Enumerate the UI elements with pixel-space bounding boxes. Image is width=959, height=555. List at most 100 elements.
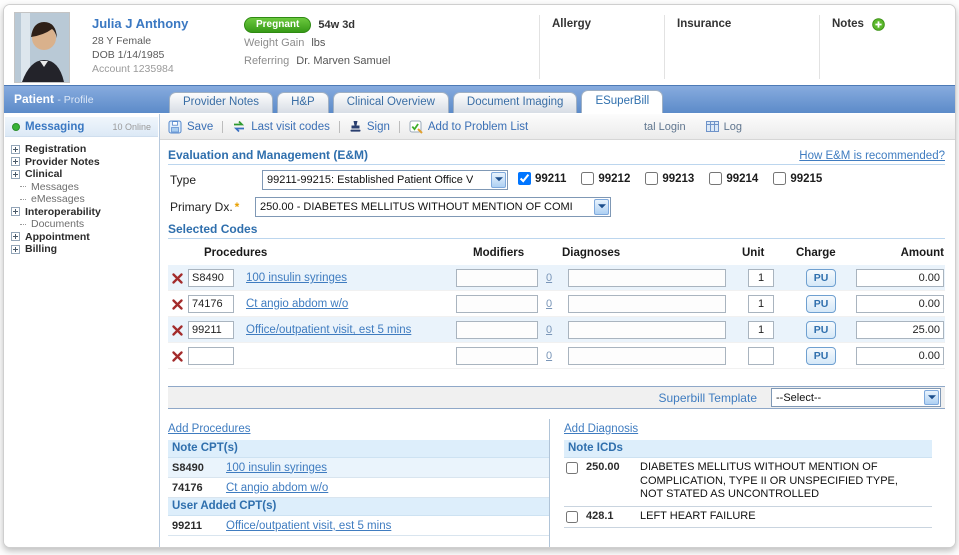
add-diagnosis-link[interactable]: Add Diagnosis [564,423,638,435]
em-section-header: Evaluation and Management (E&M) How E&M … [168,148,945,165]
cpt-description-link[interactable]: Office/outpatient visit, est 5 mins [226,520,391,532]
diagnosis-input[interactable] [568,321,726,339]
tab-document-imaging[interactable]: Document Imaging [452,92,578,113]
sidebar-item-emessages[interactable]: eMessages [20,193,159,205]
sidebar-item-messages[interactable]: Messages [20,181,159,193]
tab-hp[interactable]: H&P [277,92,329,113]
expand-icon[interactable] [11,169,20,179]
table-row: 100 insulin syringes 0 PU [168,265,945,291]
unit-input[interactable] [748,321,774,339]
portal-login-label[interactable]: tal Login [644,121,686,133]
icd-checkbox[interactable] [566,462,578,474]
procedure-description-link[interactable]: Ct angio abdom w/o [246,298,348,310]
superbill-template-select[interactable]: --Select-- [771,388,941,407]
dropdown-arrow-icon [491,172,506,188]
unit-input[interactable] [748,269,774,287]
expand-icon[interactable] [11,232,20,241]
modifier-count-link[interactable]: 0 [546,350,552,362]
sidebar-item-clinical[interactable]: Clinical [11,168,159,180]
tab-provider-notes[interactable]: Provider Notes [169,92,274,113]
messaging-label: Messaging [25,120,85,133]
icd-checkbox[interactable] [566,510,578,523]
em-type-select[interactable]: 99211-99215: Established Patient Office … [262,170,508,190]
add-note-plus-icon[interactable] [872,18,885,31]
em-code-99211: 99211 [518,172,566,185]
expand-icon[interactable] [11,244,20,254]
em-code-99215-checkbox[interactable] [773,172,787,185]
modifier-count-link[interactable]: 0 [546,324,552,336]
sidebar-item-appointment[interactable]: Appointment [11,231,159,243]
cpt-description-link[interactable]: Ct angio abdom w/o [226,482,328,494]
price-update-button[interactable]: PU [806,321,836,339]
tab-esuperbill[interactable]: ESuperBill [581,90,664,113]
em-code-99212-checkbox[interactable] [581,172,595,185]
unit-input[interactable] [748,347,774,365]
toolbar-right: tal Login Log [644,114,742,139]
amount-input[interactable] [856,269,944,287]
sidebar-item-interoperability[interactable]: Interoperability [11,206,159,218]
tab-clinical-overview[interactable]: Clinical Overview [332,92,449,113]
patient-name: Julia J Anthony [92,16,189,31]
modifier-count-link[interactable]: 0 [546,298,552,310]
procedure-code-input[interactable] [188,347,234,365]
dropdown-arrow-icon [594,199,609,215]
delete-row-button[interactable] [172,273,183,284]
modifier-input[interactable] [456,321,538,339]
expand-icon[interactable] [11,144,20,154]
modifier-input[interactable] [456,347,538,365]
em-code-99211-checkbox[interactable] [518,172,531,185]
unit-column-header: Unit [742,247,765,259]
procedures-column-header: Procedures [204,247,268,259]
patient-age-sex: 28 Y Female [92,35,152,47]
procedure-description-link[interactable]: 100 insulin syringes [246,272,347,284]
notes-column: Notes [819,15,951,79]
main-panel: Save Last visit codes Sign Add to Proble… [160,114,955,547]
insurance-header: Insurance [677,18,732,30]
price-update-button[interactable]: PU [806,295,836,313]
diagnosis-input[interactable] [568,295,726,313]
expand-icon[interactable] [11,157,20,166]
icd-code: 250.00 [586,461,620,473]
amount-input[interactable] [856,295,944,313]
log-grid-icon [705,121,719,132]
amount-input[interactable] [856,321,944,339]
sidebar-item-billing[interactable]: Billing [11,243,159,255]
sidebar-item-registration[interactable]: Registration [11,143,159,155]
expand-icon[interactable] [11,207,20,216]
em-code-99214-checkbox[interactable] [709,172,723,185]
last-visit-codes-button[interactable]: Last visit codes [232,120,330,133]
amount-input[interactable] [856,347,944,365]
em-code-99213-checkbox[interactable] [645,172,659,185]
save-button[interactable]: Save [168,120,213,134]
modifier-input[interactable] [456,269,538,287]
add-procedures-link[interactable]: Add Procedures [168,423,250,435]
procedure-description-link[interactable]: Office/outpatient visit, est 5 mins [246,324,411,336]
save-icon [168,120,182,133]
procedure-code-input[interactable] [188,321,234,339]
modifier-count-link[interactable]: 0 [546,272,552,284]
how-em-recommended-link[interactable]: How E&M is recommended? [799,150,945,162]
diagnoses-column-header: Diagnoses [562,247,621,259]
log-button[interactable]: Log [705,121,742,133]
cpt-description-link[interactable]: 100 insulin syringes [226,462,327,474]
modifier-input[interactable] [456,295,538,313]
tree-branch-line [20,198,26,200]
procedure-code-input[interactable] [188,295,234,313]
insurance-column: Insurance [664,15,819,79]
procedure-code-input[interactable] [188,269,234,287]
primary-dx-select[interactable]: 250.00 - DIABETES MELLITUS WITHOUT MENTI… [255,197,611,217]
delete-row-button[interactable] [172,299,183,310]
add-to-problem-list-button[interactable]: Add to Problem List [409,120,528,134]
price-update-button[interactable]: PU [806,269,836,287]
price-update-button[interactable]: PU [806,347,836,365]
sign-button[interactable]: Sign [349,120,390,133]
diagnosis-input[interactable] [568,269,726,287]
sidebar-item-messaging[interactable]: Messaging 10 Online [5,117,158,137]
diagnosis-input[interactable] [568,347,726,365]
delete-row-button[interactable] [172,325,183,336]
delete-row-button[interactable] [172,351,183,362]
sidebar-item-provider-notes[interactable]: Provider Notes [11,156,159,168]
sidebar-item-documents[interactable]: Documents [20,218,159,230]
note-cpt-header: Note CPT(s) [168,440,549,458]
unit-input[interactable] [748,295,774,313]
